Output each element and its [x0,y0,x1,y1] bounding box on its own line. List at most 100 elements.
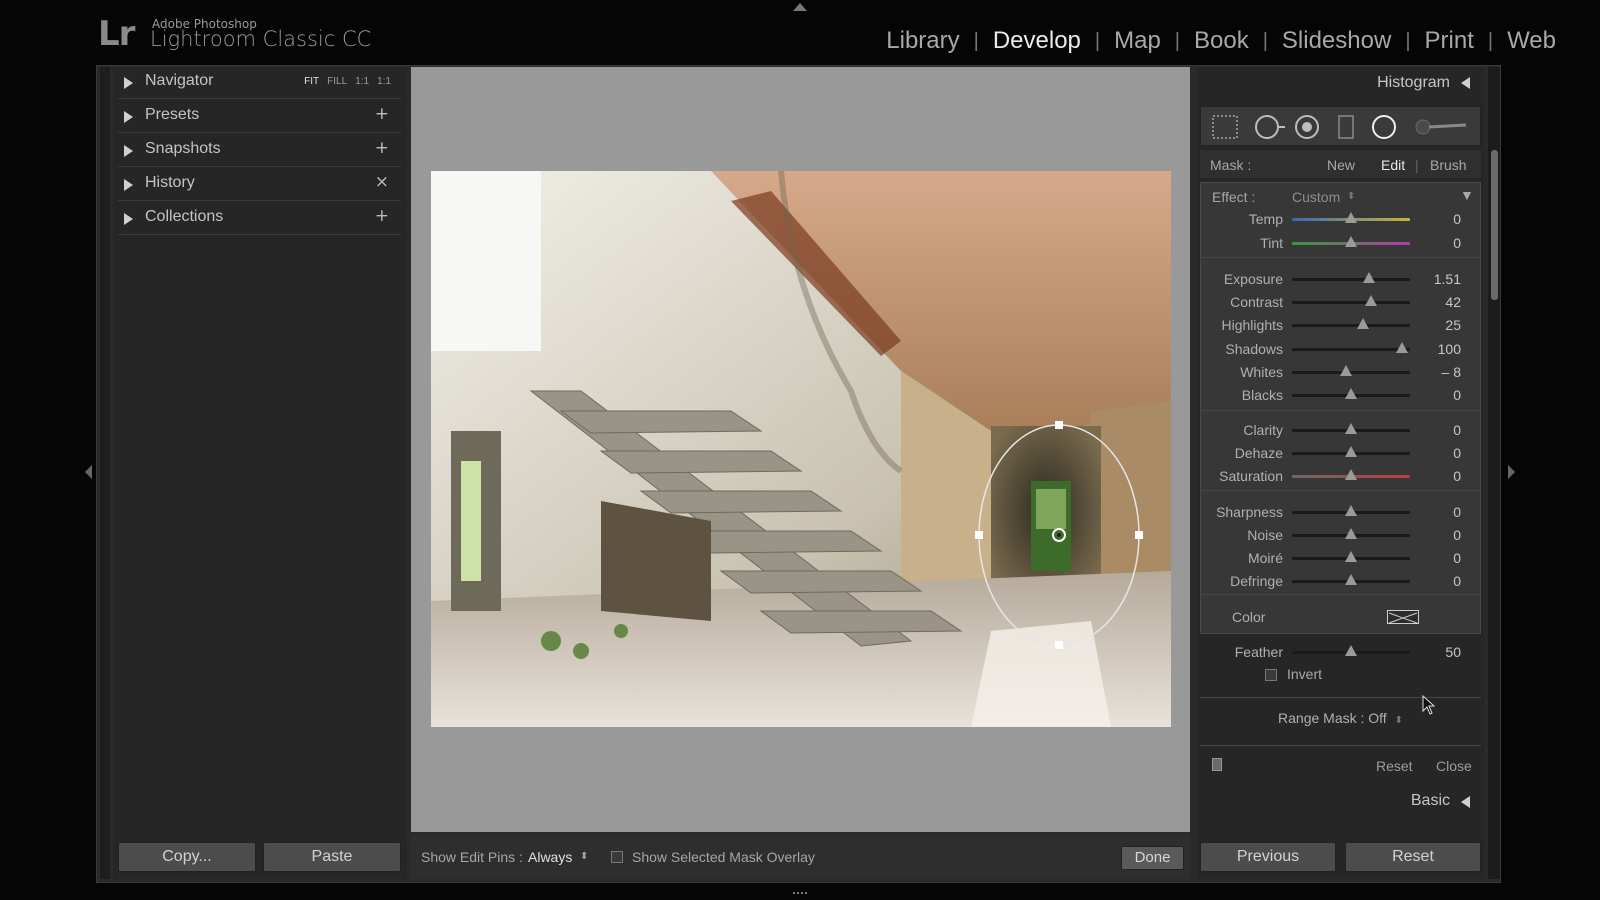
slider-knob[interactable] [1345,236,1357,247]
previous-button[interactable]: Previous [1200,842,1336,872]
module-map[interactable]: Map [1100,27,1175,55]
slider-knob[interactable] [1395,342,1408,353]
module-slideshow[interactable]: Slideshow [1268,27,1405,55]
slider-value[interactable]: 0 [1453,445,1461,461]
clarity-slider-row[interactable]: Clarity 0 [1200,420,1481,440]
slider-track[interactable] [1292,324,1410,327]
effect-preset-select[interactable]: Custom [1292,189,1340,205]
mask-edit-button[interactable]: Edit [1381,157,1405,173]
slider-value[interactable]: 42 [1445,294,1461,310]
module-library[interactable]: Library [872,27,973,55]
mask-reset-button[interactable]: Reset [1376,758,1413,774]
mask-overlay-checkbox[interactable] [611,848,623,864]
right-panel-toggle-icon[interactable] [1508,465,1515,479]
left-panel-scrollbar[interactable] [100,67,110,879]
zoom-custom[interactable]: 1:1 [377,76,391,87]
zoom-1-1[interactable]: 1:1 [355,76,369,87]
reset-button[interactable]: Reset [1345,842,1481,872]
snapshots-panel-header[interactable]: Snapshots + [118,134,401,167]
slider-value[interactable]: 100 [1438,341,1461,357]
slider-knob[interactable] [1340,365,1353,376]
mask-close-button[interactable]: Close [1436,758,1472,774]
slider-track[interactable] [1292,278,1410,281]
slider-value[interactable]: 0 [1453,527,1461,543]
invert-row[interactable]: Invert [1265,666,1322,682]
slider-knob[interactable] [1362,272,1375,283]
spot-removal-icon[interactable] [1255,115,1285,139]
feather-slider-row[interactable]: Feather 50 [1200,642,1481,662]
slider-value[interactable]: 0 [1453,422,1461,438]
module-print[interactable]: Print [1411,27,1488,55]
add-preset-icon[interactable]: + [375,104,389,124]
slider-knob[interactable] [1345,212,1357,223]
slider-value[interactable]: 0 [1453,211,1461,227]
slider-knob[interactable] [1345,574,1357,585]
slider-value[interactable]: – 8 [1442,364,1461,380]
mask-new-button[interactable]: New [1327,157,1355,173]
slider-track[interactable] [1292,301,1410,304]
feather-value[interactable]: 50 [1445,644,1461,660]
show-edit-pins-select[interactable]: Always [528,849,572,865]
slider-value[interactable]: 0 [1453,504,1461,520]
exposure-slider-row[interactable]: Exposure 1.51 [1200,269,1481,289]
slider-value[interactable]: 0 [1453,387,1461,403]
select-arrows-icon[interactable]: ⬍ [580,851,588,862]
bottom-panel-toggle-icon[interactable] [793,888,807,894]
slider-knob[interactable] [1365,295,1378,306]
clear-history-icon[interactable]: × [375,172,389,192]
range-mask-select[interactable]: Range Mask : Off ⬍ [1200,710,1481,726]
navigator-panel-header[interactable]: Navigator FIT FILL 1:1 1:1 [118,66,401,99]
right-panel-scroll-thumb[interactable] [1491,150,1498,300]
slider-value[interactable]: 25 [1445,317,1461,333]
radial-filter-icon[interactable] [1372,115,1396,139]
slider-knob[interactable] [1345,528,1357,539]
slider-track[interactable] [1292,348,1410,351]
slider-knob[interactable] [1345,446,1357,457]
whites-slider-row[interactable]: Whites – 8 [1200,362,1481,382]
mask-toggle-switch-icon[interactable] [1212,758,1222,771]
noise-slider-row[interactable]: Noise 0 [1200,525,1481,545]
shadows-slider-row[interactable]: Shadows 100 [1200,339,1481,359]
invert-checkbox[interactable] [1265,669,1277,682]
blacks-slider-row[interactable]: Blacks 0 [1200,385,1481,405]
history-panel-header[interactable]: History × [118,168,401,201]
sharpness-slider-row[interactable]: Sharpness 0 [1200,502,1481,522]
collections-panel-header[interactable]: Collections + [118,202,401,235]
presets-panel-header[interactable]: Presets + [118,100,401,133]
temp-slider-row[interactable]: Temp 0 [1200,209,1481,229]
slider-knob[interactable] [1356,318,1369,329]
photo-preview[interactable] [431,171,1171,727]
slider-knob[interactable] [1345,505,1357,516]
basic-panel-header[interactable]: Basic [1197,790,1484,814]
feather-knob[interactable] [1345,645,1357,656]
module-web[interactable]: Web [1493,27,1570,55]
tint-slider-row[interactable]: Tint 0 [1200,233,1481,253]
slider-value[interactable]: 1.51 [1434,271,1461,287]
slider-knob[interactable] [1345,388,1357,399]
slider-knob[interactable] [1345,423,1357,434]
add-snapshot-icon[interactable]: + [375,138,389,158]
zoom-fill[interactable]: FILL [327,76,347,87]
left-panel-toggle-icon[interactable] [85,465,92,479]
mask-brush-button[interactable]: Brush [1430,157,1467,173]
top-panel-toggle-icon[interactable] [793,3,807,11]
module-book[interactable]: Book [1180,27,1263,55]
dehaze-slider-row[interactable]: Dehaze 0 [1200,443,1481,463]
slider-value[interactable]: 0 [1453,468,1461,484]
contrast-slider-row[interactable]: Contrast 42 [1200,292,1481,312]
module-develop[interactable]: Develop [979,27,1095,55]
done-button[interactable]: Done [1121,846,1184,870]
graduated-filter-icon[interactable] [1338,115,1354,139]
slider-knob[interactable] [1345,551,1357,562]
paste-button[interactable]: Paste [263,842,401,872]
copy-button[interactable]: Copy... [118,842,256,872]
slider-knob[interactable] [1345,469,1357,480]
adjustment-brush-icon[interactable] [1415,119,1467,135]
crop-overlay-icon[interactable] [1212,115,1238,139]
zoom-fit[interactable]: FIT [304,76,319,87]
saturation-slider-row[interactable]: Saturation 0 [1200,466,1481,486]
moir-slider-row[interactable]: Moiré 0 [1200,548,1481,568]
highlights-slider-row[interactable]: Highlights 25 [1200,315,1481,335]
defringe-slider-row[interactable]: Defringe 0 [1200,571,1481,591]
effect-menu-triangle-icon[interactable]: ▼ [1460,187,1474,203]
